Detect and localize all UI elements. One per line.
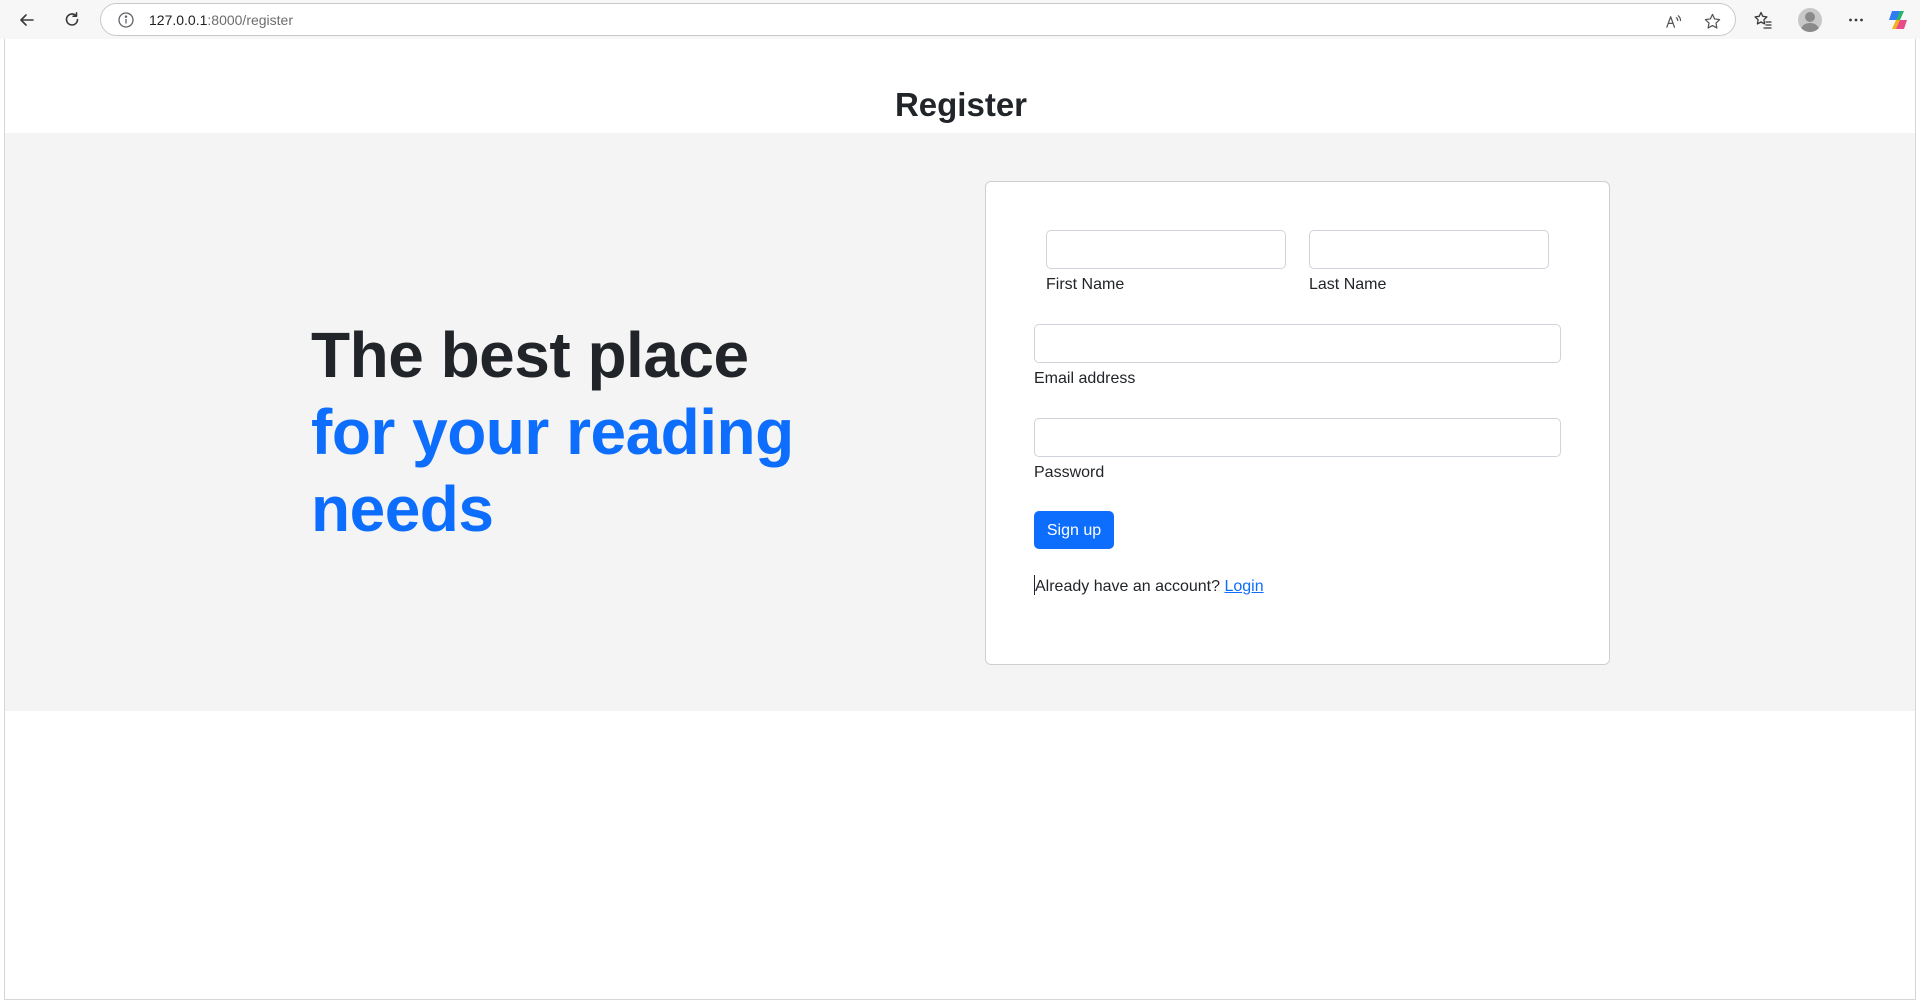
headline-line-1: The best place [311, 319, 749, 391]
email-label: Email address [1034, 370, 1136, 387]
password-group: Password [1034, 418, 1561, 483]
hero-headline: The best place for your reading needs [311, 317, 794, 548]
back-icon[interactable] [11, 4, 43, 36]
more-options-icon[interactable] [1840, 4, 1872, 36]
headline-line-2: for your reading [311, 396, 794, 468]
url-host: 127.0.0.1 [149, 12, 208, 28]
register-form-card: First Name Last Name Email address Passw… [985, 181, 1610, 665]
headline-line-3: needs [311, 473, 494, 545]
account-prompt-text: Already have an account? [1035, 578, 1221, 595]
read-aloud-icon[interactable] [1662, 10, 1684, 32]
first-name-group: First Name [1046, 230, 1286, 295]
browser-toolbar: 127.0.0.1:8000/register [0, 0, 1920, 39]
login-prompt: Already have an account? Login [1034, 575, 1264, 597]
email-group: Email address [1034, 324, 1561, 389]
url-path: :8000/register [207, 12, 293, 28]
site-info-icon[interactable] [117, 11, 135, 29]
login-link[interactable]: Login [1224, 578, 1263, 595]
page-title: Register [894, 86, 1028, 123]
sign-up-button[interactable]: Sign up [1034, 511, 1114, 549]
password-label: Password [1034, 464, 1105, 481]
address-url[interactable]: 127.0.0.1:8000/register [149, 12, 293, 28]
address-bar[interactable]: 127.0.0.1:8000/register [100, 3, 1736, 36]
reload-icon[interactable] [56, 4, 88, 36]
last-name-group: Last Name [1309, 230, 1549, 295]
first-name-input[interactable] [1046, 230, 1286, 269]
profile-avatar-icon[interactable] [1798, 8, 1822, 32]
favorite-star-icon[interactable] [1701, 10, 1723, 32]
hero-section: The best place for your reading needs Fi… [5, 133, 1915, 711]
copilot-icon[interactable] [1886, 8, 1910, 32]
email-input[interactable] [1034, 324, 1561, 363]
password-input[interactable] [1034, 418, 1561, 457]
page-viewport: Register The best place for your reading… [4, 39, 1916, 1000]
first-name-label: First Name [1046, 276, 1125, 293]
last-name-input[interactable] [1309, 230, 1549, 269]
last-name-label: Last Name [1309, 276, 1387, 293]
favorites-icon[interactable] [1747, 4, 1779, 36]
